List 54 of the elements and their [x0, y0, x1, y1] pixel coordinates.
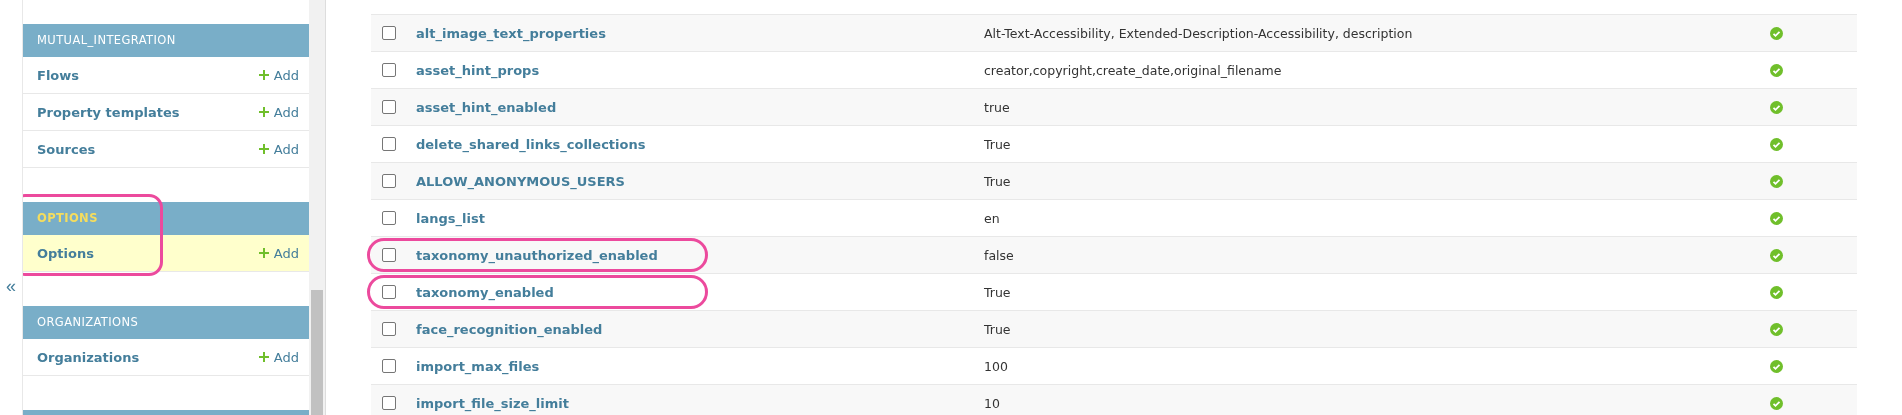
section-caption: ORGANIZATIONS	[23, 306, 309, 339]
option-name-link[interactable]: asset_hint_props	[416, 62, 984, 78]
row-checkbox[interactable]	[382, 26, 396, 40]
option-value: true	[984, 99, 1011, 115]
add-link[interactable]: Add	[258, 349, 299, 365]
section-caption: MUTUAL_INTEGRATION	[23, 24, 309, 57]
add-link[interactable]: Add	[258, 67, 299, 83]
scrollbar[interactable]	[309, 0, 326, 415]
option-value: True	[984, 136, 1012, 152]
add-icon	[258, 248, 269, 258]
option-value: True	[984, 173, 1012, 189]
option-value: Alt-Text-Accessibility, Extended-Description-Accessibility, description	[984, 25, 1414, 41]
option-name-link[interactable]: taxonomy_enabled	[416, 284, 984, 300]
option-name-link[interactable]: asset_hint_enabled	[416, 99, 984, 115]
model-link[interactable]: Options	[37, 245, 94, 261]
add-icon	[258, 144, 269, 154]
add-link[interactable]: Add	[258, 104, 299, 120]
add-link[interactable]: Add	[258, 245, 299, 261]
option-name-link[interactable]: ALLOW_ANONYMOUS_USERS	[416, 173, 984, 189]
option-name-link[interactable]: import_file_size_limit	[416, 395, 984, 411]
option-name-link[interactable]: langs_list	[416, 210, 984, 226]
collapse-sidebar-button[interactable]: «	[6, 276, 16, 296]
model-link[interactable]: Sources	[37, 141, 96, 157]
row-checkbox[interactable]	[382, 211, 396, 225]
add-icon	[258, 70, 269, 80]
option-name-link[interactable]: taxonomy_unauthorized_enabled	[416, 247, 984, 263]
add-icon	[258, 352, 269, 362]
option-name-link[interactable]: face_recognition_enabled	[416, 321, 984, 337]
model-link[interactable]: Organizations	[37, 349, 140, 365]
scrollbar-thumb[interactable]	[311, 290, 323, 415]
option-name-link[interactable]: delete_shared_links_collections	[416, 136, 984, 152]
section-caption: OPTIONS	[23, 202, 309, 235]
row-checkbox[interactable]	[382, 174, 396, 188]
row-checkbox[interactable]	[382, 63, 396, 77]
option-value: false	[984, 247, 1015, 263]
option-value: True	[984, 321, 1012, 337]
option-value: en	[984, 210, 1001, 226]
option-value: creator,copyright,create_date,original_filename	[984, 62, 1283, 78]
row-checkbox[interactable]	[382, 137, 396, 151]
option-name-link[interactable]: alt_image_text_properties	[416, 25, 984, 41]
add-icon	[258, 107, 269, 117]
row-checkbox[interactable]	[382, 285, 396, 299]
row-checkbox[interactable]	[382, 359, 396, 373]
row-checkbox[interactable]	[382, 100, 396, 114]
model-link[interactable]: Flows	[37, 67, 79, 83]
model-link[interactable]: Property templates	[37, 104, 180, 120]
row-checkbox[interactable]	[382, 396, 396, 410]
option-value: 100	[984, 358, 1009, 374]
option-name-link[interactable]: import_max_files	[416, 358, 984, 374]
row-checkbox[interactable]	[382, 322, 396, 336]
option-value: 10	[984, 395, 1001, 411]
option-value: True	[984, 284, 1012, 300]
add-link[interactable]: Add	[258, 141, 299, 157]
row-checkbox[interactable]	[382, 248, 396, 262]
